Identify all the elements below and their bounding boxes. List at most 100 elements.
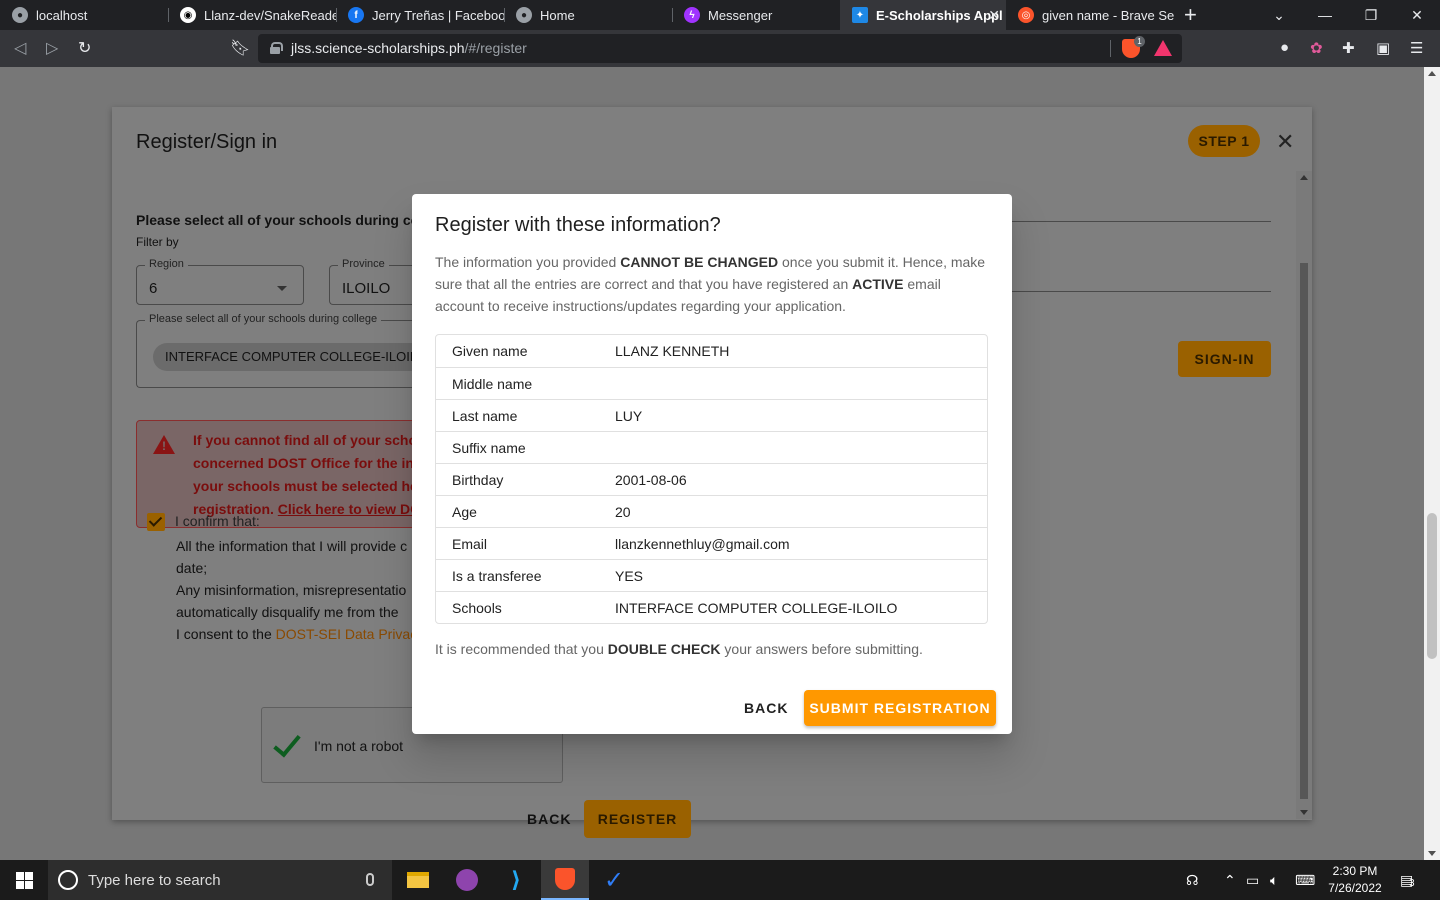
scroll-up-icon[interactable] [1300, 175, 1308, 180]
schools-heading: Please select all of your schools during… [136, 212, 452, 228]
dialog-intro: The information you provided CANNOT BE C… [435, 254, 986, 314]
scroll-down-icon[interactable] [1300, 810, 1308, 815]
tab-search-icon[interactable]: ⌄ [1256, 0, 1302, 30]
table-row: Birthday 2001-08-06 [436, 463, 987, 495]
search-placeholder: Type here to search [88, 872, 221, 889]
privacy-link[interactable]: DOST-SEI Data Privac [276, 626, 418, 642]
confirm-checkbox[interactable] [147, 513, 165, 531]
file-explorer-icon[interactable] [394, 860, 442, 900]
confirm-registration-dialog: Register with these information? The inf… [412, 194, 1012, 734]
window-close-icon[interactable]: ✕ [1394, 0, 1440, 30]
system-clock[interactable]: 2:30 PM 7/26/2022 [1322, 863, 1388, 897]
submit-registration-button[interactable]: SUBMIT REGISTRATION [804, 690, 996, 726]
new-tab-button[interactable]: + [1184, 4, 1197, 26]
dialog-back-button[interactable]: BACK [744, 700, 788, 716]
checkmark-icon [273, 728, 301, 758]
input-underline [1012, 291, 1271, 292]
reload-icon[interactable]: ↻ [78, 38, 91, 58]
scroll-down-icon[interactable] [1428, 851, 1436, 856]
school-chip[interactable]: INTERFACE COMPUTER COLLEGE-ILOILO [153, 343, 440, 371]
scroll-thumb[interactable] [1300, 263, 1308, 799]
card-back-button[interactable]: BACK [527, 811, 571, 827]
todo-icon[interactable]: ✓ [590, 860, 638, 900]
address-bar[interactable]: jlss.science-scholarships.ph/#/register … [258, 34, 1182, 63]
scroll-up-icon[interactable] [1428, 71, 1436, 76]
card-title: Register/Sign in [136, 131, 278, 153]
filter-label: Filter by [136, 235, 179, 249]
tab-title: localhost [36, 7, 88, 23]
tab-title: Jerry Treñas | Facebook [372, 7, 504, 23]
list-item: I consent to the DOST-SEI Data Privac [176, 623, 420, 645]
forward-arrow-icon[interactable]: ▷ [46, 38, 58, 58]
confirm-list: All the information that I will provide … [160, 535, 420, 645]
browser-toolbar: ◁ ▷ ↻ 🔖︎ jlss.science-scholarships.ph/#/… [0, 30, 1440, 67]
people-icon[interactable]: ☊ [1186, 872, 1198, 889]
region-value: 6 [149, 280, 158, 297]
table-row: Schools INTERFACE COMPUTER COLLEGE-ILOILO [436, 591, 987, 623]
microphone-icon[interactable] [366, 873, 374, 886]
tab-github[interactable]: ◉ Llanz-dev/SnakeReader [168, 0, 336, 30]
globe-icon: ● [516, 7, 532, 23]
bookmark-icon[interactable]: 🔖︎ [230, 38, 250, 58]
chevron-up-icon[interactable]: ⌃ [1224, 872, 1236, 889]
dialog-footer-note: It is recommended that you DOUBLE CHECK … [435, 641, 923, 657]
tab-close-icon[interactable]: ✕ [988, 7, 1000, 24]
url-divider [1110, 40, 1111, 57]
restore-icon[interactable]: ❐ [1348, 0, 1394, 30]
globe-icon: ● [12, 7, 28, 23]
wallet-icon[interactable]: ▣ [1376, 39, 1390, 57]
tab-brave-search[interactable]: ◎ given name - Brave Sear [1006, 0, 1174, 30]
minimize-icon[interactable]: — [1302, 0, 1348, 30]
page-scrollbar[interactable] [1424, 67, 1440, 860]
cortana-icon [58, 870, 78, 890]
tab-title: E-Scholarships Appl [876, 7, 1003, 23]
taskbar-search[interactable]: Type here to search [48, 860, 392, 900]
list-item: All the information that I will provide … [176, 535, 420, 579]
card-close-icon[interactable]: ✕ [1276, 129, 1294, 155]
puzzle-icon[interactable]: ✚ [1342, 39, 1355, 57]
back-arrow-icon[interactable]: ◁ [14, 38, 26, 58]
facebook-icon: f [348, 7, 364, 23]
color-extension-icon[interactable]: ✿ [1310, 39, 1323, 57]
tab-title: Home [540, 7, 575, 23]
tab-title: Messenger [708, 7, 773, 23]
keyboard-icon[interactable]: ⌨ [1295, 872, 1315, 889]
tab-messenger[interactable]: ϟ Messenger [672, 0, 840, 30]
tab-title: given name - Brave Sear [1042, 7, 1174, 23]
github-icon: ◉ [180, 7, 196, 23]
scroll-thumb[interactable] [1427, 513, 1437, 659]
tab-facebook[interactable]: f Jerry Treñas | Facebook [336, 0, 504, 30]
taskbar: Type here to search ⟩ ✓ ☊ ⌃ ▭ 🔈︎ ⌨ 2:30 … [0, 860, 1440, 900]
url-text: jlss.science-scholarships.ph/#/register [291, 40, 527, 56]
vscode-icon[interactable]: ⟩ [492, 860, 540, 900]
extension-icon[interactable]: ● [1280, 39, 1289, 56]
brave-browser-icon[interactable] [541, 860, 589, 900]
card-scrollbar[interactable] [1296, 171, 1312, 819]
tab-e-scholarships[interactable]: ✦ E-Scholarships Appl ✕ [840, 0, 1006, 30]
table-row: Given name LLANZ KENNETH [452, 343, 730, 359]
windows-start-icon[interactable] [16, 872, 33, 889]
province-label: Province [338, 258, 389, 270]
table-row: Is a transferee YES [436, 559, 987, 591]
volume-icon[interactable]: 🔈︎ [1270, 872, 1278, 889]
menu-icon[interactable]: ☰ [1410, 39, 1423, 57]
step-badge: STEP 1 [1188, 125, 1260, 157]
dost-offices-link[interactable]: Click here to view DOS [278, 501, 431, 517]
table-row: Middle name [436, 367, 987, 399]
sign-in-button[interactable]: SIGN-IN [1178, 341, 1271, 377]
region-select[interactable]: Region 6 [136, 258, 304, 305]
brave-rewards-icon[interactable] [1154, 40, 1172, 56]
tab-home[interactable]: ● Home [504, 0, 672, 30]
network-icon[interactable]: ▭ [1246, 872, 1259, 889]
register-button[interactable]: REGISTER [584, 800, 691, 838]
github-desktop-icon[interactable] [443, 860, 491, 900]
table-row: Suffix name [436, 431, 987, 463]
captcha-label: I'm not a robot [314, 738, 404, 754]
clock-time: 2:30 PM [1332, 864, 1378, 878]
tab-localhost[interactable]: ● localhost [0, 0, 168, 30]
notification-center-icon[interactable]: ▤ 3 [1400, 872, 1415, 889]
confirm-label: I confirm that: [175, 513, 260, 529]
dost-icon: ✦ [852, 7, 868, 23]
summary-table: Given name LLANZ KENNETH Middle name Last… [435, 334, 988, 624]
table-row: Last name LUY [436, 399, 987, 431]
